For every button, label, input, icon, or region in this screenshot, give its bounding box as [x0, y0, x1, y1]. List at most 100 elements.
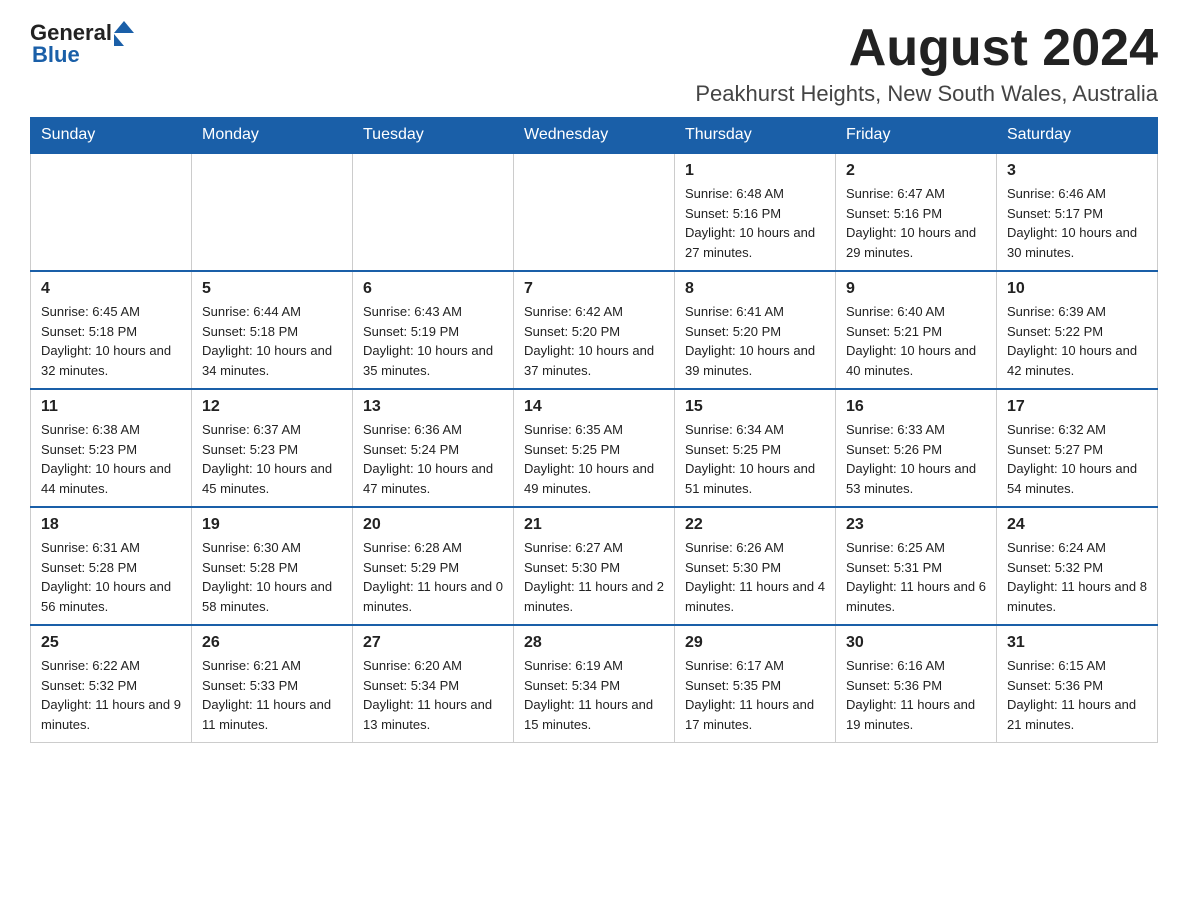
day-number: 26 — [202, 634, 342, 652]
day-number: 9 — [846, 280, 986, 298]
calendar-cell — [514, 153, 675, 271]
calendar-table: Sunday Monday Tuesday Wednesday Thursday… — [30, 117, 1158, 743]
day-info: Sunrise: 6:45 AMSunset: 5:18 PMDaylight:… — [41, 302, 181, 380]
calendar-cell: 3 Sunrise: 6:46 AMSunset: 5:17 PMDaylight… — [997, 153, 1158, 271]
day-number: 10 — [1007, 280, 1147, 298]
header-sunday: Sunday — [31, 118, 192, 154]
title-area: August 2024 Peakhurst Heights, New South… — [695, 20, 1158, 107]
calendar-cell: 7 Sunrise: 6:42 AMSunset: 5:20 PMDaylight… — [514, 271, 675, 389]
calendar-cell — [31, 153, 192, 271]
day-number: 15 — [685, 398, 825, 416]
calendar-cell: 24Sunrise: 6:24 AMSunset: 5:32 PMDayligh… — [997, 507, 1158, 625]
calendar-cell: 16 Sunrise: 6:33 AMSunset: 5:26 PMDayligh… — [836, 389, 997, 507]
location-title: Peakhurst Heights, New South Wales, Aust… — [695, 81, 1158, 107]
day-number: 21 — [524, 516, 664, 534]
day-number: 8 — [685, 280, 825, 298]
calendar-cell: 26Sunrise: 6:21 AMSunset: 5:33 PMDayligh… — [192, 625, 353, 743]
day-info: Sunrise: 6:25 AMSunset: 5:31 PMDaylight:… — [846, 538, 986, 616]
day-info: Sunrise: 6:28 AMSunset: 5:29 PMDaylight:… — [363, 538, 503, 616]
day-number: 4 — [41, 280, 181, 298]
calendar-cell: 23 Sunrise: 6:25 AMSunset: 5:31 PMDayligh… — [836, 507, 997, 625]
header-thursday: Thursday — [675, 118, 836, 154]
header-wednesday: Wednesday — [514, 118, 675, 154]
day-info: Sunrise: 6:17 AMSunset: 5:35 PMDaylight:… — [685, 656, 825, 734]
day-info: Sunrise: 6:38 AMSunset: 5:23 PMDaylight:… — [41, 420, 181, 498]
day-number: 28 — [524, 634, 664, 652]
day-info: Sunrise: 6:46 AMSunset: 5:17 PMDaylight:… — [1007, 184, 1147, 262]
calendar-cell: 11 Sunrise: 6:38 AMSunset: 5:23 PMDayligh… — [31, 389, 192, 507]
day-info: Sunrise: 6:42 AMSunset: 5:20 PMDaylight:… — [524, 302, 664, 380]
calendar-cell: 9 Sunrise: 6:40 AMSunset: 5:21 PMDaylight… — [836, 271, 997, 389]
day-info: Sunrise: 6:30 AMSunset: 5:28 PMDaylight:… — [202, 538, 342, 616]
day-info: Sunrise: 6:26 AMSunset: 5:30 PMDaylight:… — [685, 538, 825, 616]
day-info: Sunrise: 6:40 AMSunset: 5:21 PMDaylight:… — [846, 302, 986, 380]
day-number: 13 — [363, 398, 503, 416]
calendar-cell: 18 Sunrise: 6:31 AMSunset: 5:28 PMDayligh… — [31, 507, 192, 625]
day-number: 16 — [846, 398, 986, 416]
day-info: Sunrise: 6:33 AMSunset: 5:26 PMDaylight:… — [846, 420, 986, 498]
day-number: 23 — [846, 516, 986, 534]
day-number: 20 — [363, 516, 503, 534]
calendar-cell: 10 Sunrise: 6:39 AMSunset: 5:22 PMDayligh… — [997, 271, 1158, 389]
calendar-cell: 12Sunrise: 6:37 AMSunset: 5:23 PMDayligh… — [192, 389, 353, 507]
page-header: General Blue August 2024 Peakhurst Heigh… — [30, 20, 1158, 107]
calendar-cell: 15Sunrise: 6:34 AMSunset: 5:25 PMDayligh… — [675, 389, 836, 507]
day-number: 1 — [685, 162, 825, 180]
logo: General Blue — [30, 20, 134, 68]
day-info: Sunrise: 6:44 AMSunset: 5:18 PMDaylight:… — [202, 302, 342, 380]
day-number: 31 — [1007, 634, 1147, 652]
day-info: Sunrise: 6:19 AMSunset: 5:34 PMDaylight:… — [524, 656, 664, 734]
day-info: Sunrise: 6:27 AMSunset: 5:30 PMDaylight:… — [524, 538, 664, 616]
day-number: 25 — [41, 634, 181, 652]
day-info: Sunrise: 6:41 AMSunset: 5:20 PMDaylight:… — [685, 302, 825, 380]
calendar-row-4: 25 Sunrise: 6:22 AMSunset: 5:32 PMDayligh… — [31, 625, 1158, 743]
day-info: Sunrise: 6:24 AMSunset: 5:32 PMDaylight:… — [1007, 538, 1147, 616]
calendar-cell: 5Sunrise: 6:44 AMSunset: 5:18 PMDaylight… — [192, 271, 353, 389]
calendar-row-2: 11 Sunrise: 6:38 AMSunset: 5:23 PMDayligh… — [31, 389, 1158, 507]
header-tuesday: Tuesday — [353, 118, 514, 154]
calendar-cell: 2 Sunrise: 6:47 AMSunset: 5:16 PMDaylight… — [836, 153, 997, 271]
day-info: Sunrise: 6:15 AMSunset: 5:36 PMDaylight:… — [1007, 656, 1147, 734]
day-info: Sunrise: 6:31 AMSunset: 5:28 PMDaylight:… — [41, 538, 181, 616]
day-number: 18 — [41, 516, 181, 534]
calendar-cell: 22Sunrise: 6:26 AMSunset: 5:30 PMDayligh… — [675, 507, 836, 625]
calendar-cell: 4 Sunrise: 6:45 AMSunset: 5:18 PMDaylight… — [31, 271, 192, 389]
calendar-cell: 19 Sunrise: 6:30 AMSunset: 5:28 PMDayligh… — [192, 507, 353, 625]
calendar-row-0: 1 Sunrise: 6:48 AMSunset: 5:16 PMDaylight… — [31, 153, 1158, 271]
header-monday: Monday — [192, 118, 353, 154]
day-number: 2 — [846, 162, 986, 180]
calendar-cell — [353, 153, 514, 271]
day-info: Sunrise: 6:35 AMSunset: 5:25 PMDaylight:… — [524, 420, 664, 498]
logo-blue-text: Blue — [32, 42, 80, 68]
calendar-row-1: 4 Sunrise: 6:45 AMSunset: 5:18 PMDaylight… — [31, 271, 1158, 389]
day-info: Sunrise: 6:32 AMSunset: 5:27 PMDaylight:… — [1007, 420, 1147, 498]
calendar-header-row: Sunday Monday Tuesday Wednesday Thursday… — [31, 118, 1158, 154]
day-info: Sunrise: 6:39 AMSunset: 5:22 PMDaylight:… — [1007, 302, 1147, 380]
calendar-cell: 17 Sunrise: 6:32 AMSunset: 5:27 PMDayligh… — [997, 389, 1158, 507]
day-number: 12 — [202, 398, 342, 416]
day-number: 19 — [202, 516, 342, 534]
day-number: 27 — [363, 634, 503, 652]
day-info: Sunrise: 6:48 AMSunset: 5:16 PMDaylight:… — [685, 184, 825, 262]
calendar-cell — [192, 153, 353, 271]
day-info: Sunrise: 6:16 AMSunset: 5:36 PMDaylight:… — [846, 656, 986, 734]
day-info: Sunrise: 6:20 AMSunset: 5:34 PMDaylight:… — [363, 656, 503, 734]
day-number: 17 — [1007, 398, 1147, 416]
calendar-cell: 30Sunrise: 6:16 AMSunset: 5:36 PMDayligh… — [836, 625, 997, 743]
day-info: Sunrise: 6:43 AMSunset: 5:19 PMDaylight:… — [363, 302, 503, 380]
calendar-cell: 25 Sunrise: 6:22 AMSunset: 5:32 PMDayligh… — [31, 625, 192, 743]
calendar-cell: 29Sunrise: 6:17 AMSunset: 5:35 PMDayligh… — [675, 625, 836, 743]
calendar-cell: 14Sunrise: 6:35 AMSunset: 5:25 PMDayligh… — [514, 389, 675, 507]
calendar-row-3: 18 Sunrise: 6:31 AMSunset: 5:28 PMDayligh… — [31, 507, 1158, 625]
header-saturday: Saturday — [997, 118, 1158, 154]
calendar-cell: 27 Sunrise: 6:20 AMSunset: 5:34 PMDayligh… — [353, 625, 514, 743]
calendar-cell: 1 Sunrise: 6:48 AMSunset: 5:16 PMDaylight… — [675, 153, 836, 271]
day-number: 11 — [41, 398, 181, 416]
day-info: Sunrise: 6:22 AMSunset: 5:32 PMDaylight:… — [41, 656, 181, 734]
day-number: 7 — [524, 280, 664, 298]
day-info: Sunrise: 6:47 AMSunset: 5:16 PMDaylight:… — [846, 184, 986, 262]
calendar-cell: 6Sunrise: 6:43 AMSunset: 5:19 PMDaylight… — [353, 271, 514, 389]
day-number: 3 — [1007, 162, 1147, 180]
calendar-cell: 20 Sunrise: 6:28 AMSunset: 5:29 PMDayligh… — [353, 507, 514, 625]
month-title: August 2024 — [695, 20, 1158, 77]
